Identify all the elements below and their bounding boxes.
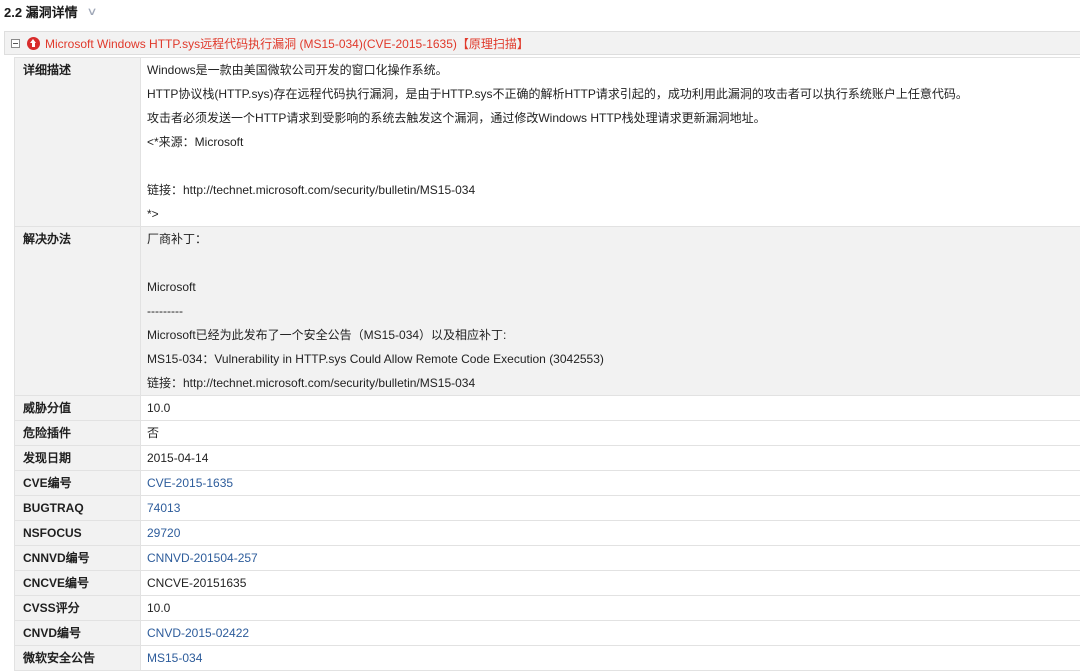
- field-row: NSFOCUS29720: [15, 521, 1080, 546]
- field-row: 微软安全公告MS15-034: [15, 646, 1080, 671]
- section-header: 2.2 漏洞详情 ∨: [4, 1, 96, 21]
- field-row: CNVD编号CNVD-2015-02422: [15, 621, 1080, 646]
- field-row: BUGTRAQ74013: [15, 496, 1080, 521]
- solution-line: MS15-034：Vulnerability in HTTP.sys Could…: [147, 347, 1080, 371]
- field-value: 10.0: [141, 396, 1080, 421]
- description-value: Windows是一款由美国微软公司开发的窗口化操作系统。 HTTP协议栈(HTT…: [141, 58, 1080, 227]
- solution-line: 厂商补丁：: [147, 227, 1080, 251]
- vulnerability-header[interactable]: Microsoft Windows HTTP.sys远程代码执行漏洞 (MS15…: [4, 31, 1080, 55]
- description-line: Windows是一款由美国微软公司开发的窗口化操作系统。: [147, 58, 1080, 82]
- solution-line: Microsoft: [147, 275, 1080, 299]
- field-link[interactable]: 74013: [141, 496, 1080, 521]
- field-value: 否: [141, 421, 1080, 446]
- field-label: 发现日期: [15, 446, 141, 471]
- field-value: 2015-04-14: [141, 446, 1080, 471]
- description-label: 详细描述: [15, 58, 141, 227]
- field-row: CVE编号CVE-2015-1635: [15, 471, 1080, 496]
- description-line: 攻击者必须发送一个HTTP请求到受影响的系统去触发这个漏洞，通过修改Window…: [147, 106, 1080, 130]
- description-line: 链接：http://technet.microsoft.com/security…: [147, 178, 1080, 202]
- vulnerability-name: Microsoft Windows HTTP.sys远程代码执行漏洞 (MS15…: [45, 37, 457, 51]
- field-link[interactable]: CNVD-2015-02422: [141, 621, 1080, 646]
- description-line: HTTP协议栈(HTTP.sys)存在远程代码执行漏洞，是由于HTTP.sys不…: [147, 82, 1080, 106]
- collapse-icon[interactable]: [11, 39, 20, 48]
- field-label: NSFOCUS: [15, 521, 141, 546]
- field-label: 危险插件: [15, 421, 141, 446]
- description-row: 详细描述 Windows是一款由美国微软公司开发的窗口化操作系统。 HTTP协议…: [15, 58, 1080, 227]
- solution-row: 解决办法 厂商补丁： Microsoft --------- Microsoft…: [15, 227, 1080, 396]
- solution-line: 链接：http://technet.microsoft.com/security…: [147, 371, 1080, 395]
- field-row: CVSS评分10.0: [15, 596, 1080, 621]
- field-label: BUGTRAQ: [15, 496, 141, 521]
- description-line: *>: [147, 202, 1080, 226]
- field-label: 威胁分值: [15, 396, 141, 421]
- field-value: 10.0: [141, 596, 1080, 621]
- field-label: CNNVD编号: [15, 546, 141, 571]
- solution-value: 厂商补丁： Microsoft --------- Microsoft已经为此发…: [141, 227, 1080, 396]
- chevron-down-icon[interactable]: ∨: [86, 5, 97, 18]
- field-link[interactable]: MS15-034: [141, 646, 1080, 671]
- field-row: 危险插件否: [15, 421, 1080, 446]
- field-row: CNNVD编号CNNVD-201504-257: [15, 546, 1080, 571]
- field-row: CNCVE编号CNCVE-20151635: [15, 571, 1080, 596]
- scan-type-tag: 【原理扫描】: [457, 37, 529, 51]
- field-label: CVE编号: [15, 471, 141, 496]
- field-label: 微软安全公告: [15, 646, 141, 671]
- field-label: CNCVE编号: [15, 571, 141, 596]
- field-link[interactable]: 29720: [141, 521, 1080, 546]
- field-link[interactable]: CVE-2015-1635: [141, 471, 1080, 496]
- solution-line: ---------: [147, 299, 1080, 323]
- high-risk-icon: [27, 37, 40, 50]
- field-label: CVSS评分: [15, 596, 141, 621]
- field-value: CNCVE-20151635: [141, 571, 1080, 596]
- solution-line: [147, 251, 1080, 275]
- solution-line: Microsoft已经为此发布了一个安全公告（MS15-034）以及相应补丁:: [147, 323, 1080, 347]
- vulnerability-detail-table: 详细描述 Windows是一款由美国微软公司开发的窗口化操作系统。 HTTP协议…: [14, 57, 1080, 671]
- field-link[interactable]: CNNVD-201504-257: [141, 546, 1080, 571]
- section-title: 2.2 漏洞详情: [4, 2, 78, 21]
- vulnerability-title[interactable]: Microsoft Windows HTTP.sys远程代码执行漏洞 (MS15…: [45, 35, 529, 52]
- field-label: CNVD编号: [15, 621, 141, 646]
- description-line: [147, 154, 1080, 178]
- field-row: 威胁分值10.0: [15, 396, 1080, 421]
- solution-label: 解决办法: [15, 227, 141, 396]
- description-line: <*来源：Microsoft: [147, 130, 1080, 154]
- field-row: 发现日期2015-04-14: [15, 446, 1080, 471]
